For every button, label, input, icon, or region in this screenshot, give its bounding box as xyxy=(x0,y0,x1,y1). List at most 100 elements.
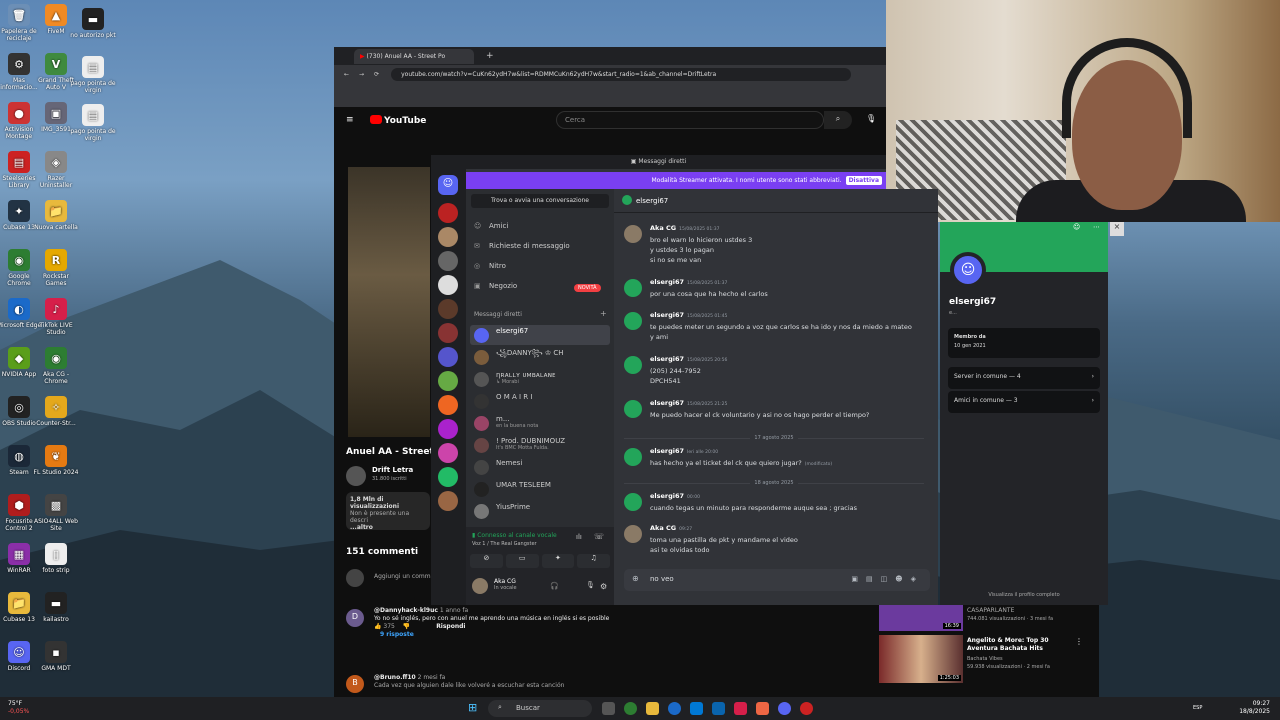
dm-item[interactable]: ηʀᴀʟʟʏ ᴜᴍʙᴀʟᴀɴᴇ ↳ Morabi xyxy=(470,369,610,389)
mutual-friends-button[interactable]: Amici in comune — 3 › xyxy=(948,391,1100,413)
desktop-icon[interactable]: 📁 Nuova cartella xyxy=(33,200,79,231)
desktop-icon[interactable]: ▬ kailastro xyxy=(33,592,79,623)
desktop-icon[interactable]: R Rockstar Games xyxy=(33,249,79,287)
message-author[interactable]: elsergi67 xyxy=(650,355,684,363)
youtube-search-input[interactable]: Cerca xyxy=(556,111,824,129)
video-player[interactable] xyxy=(348,167,430,437)
server-icon[interactable] xyxy=(438,299,458,319)
desktop-icon[interactable]: ❦ FL Studio 2024 xyxy=(33,445,79,476)
show-more-link[interactable]: ...altro xyxy=(350,524,426,531)
channel-avatar[interactable] xyxy=(346,466,366,486)
voice-channel-name[interactable]: Voz 1 / The Real Gangster xyxy=(472,541,537,547)
dm-item[interactable]: O M A I R I xyxy=(470,391,610,411)
nav-nitro[interactable]: ◎ Nitro xyxy=(474,262,506,270)
dm-item[interactable]: ꧁DANNY꧂ ♔ CH xyxy=(470,347,610,367)
message-author[interactable]: elsergi67 xyxy=(650,278,684,286)
message-author[interactable]: elsergi67 xyxy=(650,399,684,407)
server-icon[interactable] xyxy=(438,443,458,463)
reload-icon[interactable]: ⟳ xyxy=(374,71,379,78)
task-view-icon[interactable] xyxy=(602,702,615,715)
add-attachment-icon[interactable]: ⊕ xyxy=(632,574,639,583)
message-author[interactable]: elsergi67 xyxy=(650,492,684,500)
dm-item[interactable]: m... en la buena nota xyxy=(470,413,610,433)
settings-gear-icon[interactable]: ⚙ xyxy=(600,582,607,591)
back-icon[interactable]: ← xyxy=(344,71,349,78)
message-avatar[interactable] xyxy=(624,312,642,330)
desktop-icon[interactable]: ✧ Counter-Str... xyxy=(33,396,79,427)
server-icon[interactable] xyxy=(438,251,458,271)
outlook-icon[interactable] xyxy=(712,702,725,715)
channel-name[interactable]: Drift Letra xyxy=(372,466,413,474)
windows-start-icon[interactable]: ⊞ xyxy=(468,701,477,714)
apps-icon[interactable]: ◈ xyxy=(911,575,924,583)
discord-taskbar-icon[interactable] xyxy=(778,702,791,715)
gift-icon[interactable]: ▣ xyxy=(851,575,866,583)
camera-off-icon[interactable]: ⊘ xyxy=(470,554,503,568)
desktop-icon[interactable]: ♪ TikTok LIVE Studio xyxy=(33,298,79,336)
address-bar[interactable]: youtube.com/watch?v=CuKn62ydH7w&list=RDM… xyxy=(391,67,852,81)
desktop-icon[interactable]: ▯ foto strip xyxy=(33,543,79,574)
microphone-icon[interactable]: 🎙 xyxy=(866,114,876,123)
file-explorer-icon[interactable] xyxy=(646,702,659,715)
desktop-icon[interactable]: ▪ GMA MDT xyxy=(33,641,79,672)
desktop-icon[interactable]: ▤ pago pointa de virgin xyxy=(70,56,116,94)
browser-tab[interactable]: ▶ (730) Anuel AA - Street Po xyxy=(354,48,474,64)
server-icon[interactable] xyxy=(438,275,458,295)
desktop-icon[interactable]: ◉ Aka CG - Chrome xyxy=(33,347,79,385)
nav-message-requests[interactable]: ✉ Richieste di messaggio xyxy=(474,242,570,250)
like-icon[interactable]: 👍 xyxy=(374,623,381,630)
message-avatar[interactable] xyxy=(624,525,642,543)
weather-widget[interactable]: 75°F -0,05% xyxy=(8,700,29,716)
store-icon[interactable] xyxy=(690,702,703,715)
message-avatar[interactable] xyxy=(624,493,642,511)
server-icon[interactable] xyxy=(438,491,458,511)
user-panel[interactable]: Aka CG In vocale xyxy=(472,578,517,594)
message-avatar[interactable] xyxy=(624,400,642,418)
dm-item[interactable]: elsergi67 xyxy=(470,325,610,345)
app-icon[interactable] xyxy=(756,702,769,715)
server-icon[interactable] xyxy=(438,371,458,391)
recommendation-thumbnail[interactable]: 1:25:03 xyxy=(879,635,963,683)
recipient-name[interactable]: elsergi67 xyxy=(636,197,668,205)
message-input[interactable]: ⊕ no veo ▣▤◫☻◈ xyxy=(624,569,930,591)
desktop-icon[interactable]: ▤ pago pointa de virgin xyxy=(70,104,116,142)
disconnect-icon[interactable]: ☏ xyxy=(594,532,604,541)
view-full-profile-link[interactable]: Visualizza il profilo completo xyxy=(940,592,1108,598)
desktop-icon[interactable]: ▩ ASIO4ALL Web Site xyxy=(33,494,79,532)
menu-icon[interactable]: ≡ xyxy=(346,115,354,125)
message-author[interactable]: elsergi67 xyxy=(650,447,684,455)
comment-avatar[interactable]: B xyxy=(346,675,364,693)
system-tray-language[interactable]: ESP xyxy=(1193,705,1202,711)
comment-author[interactable]: @Bruno.ff10 xyxy=(374,674,416,681)
desktop-icon[interactable]: ▬ no autorizo pkt xyxy=(70,8,116,39)
view-replies-button[interactable]: 9 risposte xyxy=(380,631,414,638)
add-friend-icon[interactable]: ☺ xyxy=(1073,223,1080,231)
server-icon[interactable] xyxy=(438,323,458,343)
mutual-servers-button[interactable]: Server in comune — 4 › xyxy=(948,367,1100,389)
microphone-icon[interactable]: 🎙 xyxy=(586,581,595,589)
recommendation-item[interactable]: 1:25:03 Angelito & More: Top 30 Aventura… xyxy=(879,635,1099,685)
message-avatar[interactable] xyxy=(624,448,642,466)
discord-home-icon[interactable]: ☺ xyxy=(438,175,458,195)
clock[interactable]: 09:27 18/8/2025 xyxy=(1239,700,1270,716)
taskbar-search[interactable]: ⌕ Buscar xyxy=(488,700,592,717)
sticker-icon[interactable]: ◫ xyxy=(881,575,896,583)
message-author[interactable]: elsergi67 xyxy=(650,311,684,319)
reply-button[interactable]: Rispondi xyxy=(436,623,465,630)
more-options-icon[interactable]: ⋮ xyxy=(1075,637,1083,646)
emoji-icon[interactable]: ☻ xyxy=(895,575,910,583)
server-icon[interactable] xyxy=(438,395,458,415)
message-avatar[interactable] xyxy=(624,225,642,243)
profile-avatar[interactable]: ☺ xyxy=(950,252,986,288)
find-conversation-input[interactable]: Trova o avvia una conversazione xyxy=(471,194,609,208)
server-icon[interactable] xyxy=(438,203,458,223)
window-close-icon[interactable]: × xyxy=(1110,222,1124,236)
more-options-icon[interactable]: ⋯ xyxy=(1093,223,1100,231)
dm-item[interactable]: UMAR TESLEEM xyxy=(470,479,610,499)
activity-icon[interactable]: ✦ xyxy=(541,554,575,568)
server-icon[interactable] xyxy=(438,347,458,367)
desktop-icon[interactable]: ◈ Razer Uninstaller xyxy=(33,151,79,189)
new-tab-icon[interactable]: + xyxy=(486,51,494,61)
message-author[interactable]: Aka CG xyxy=(650,524,676,532)
add-dm-icon[interactable]: + xyxy=(600,309,607,318)
